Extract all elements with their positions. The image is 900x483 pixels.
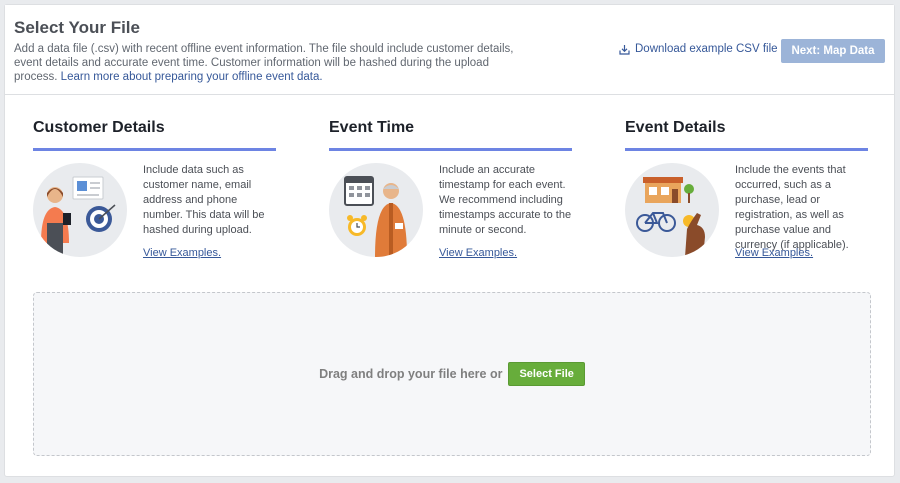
select-file-panel: Select Your File Add a data file (.csv) … bbox=[4, 4, 895, 477]
event-time-view-examples-link[interactable]: View Examples. bbox=[439, 247, 517, 259]
select-file-button[interactable]: Select File bbox=[508, 362, 585, 386]
event-time-title: Event Time bbox=[329, 119, 572, 151]
page-description: Add a data file (.csv) with recent offli… bbox=[14, 42, 534, 84]
event-details-view-examples-link[interactable]: View Examples. bbox=[735, 247, 813, 259]
panel-header: Select Your File Add a data file (.csv) … bbox=[5, 5, 894, 95]
event-time-column: Event Time Include an accurate timestamp… bbox=[329, 119, 572, 283]
page-title: Select Your File bbox=[14, 18, 140, 37]
event-details-text: Include the events that occurred, such a… bbox=[735, 164, 849, 251]
event-details-illustration bbox=[625, 163, 719, 257]
file-dropzone[interactable]: Drag and drop your file here or Select F… bbox=[33, 292, 871, 456]
event-time-illustration bbox=[329, 163, 423, 257]
event-details-column: Event Details Include the events that oc… bbox=[625, 119, 868, 283]
customer-details-view-examples-link[interactable]: View Examples. bbox=[143, 247, 221, 259]
dropzone-text: Drag and drop your file here or bbox=[319, 367, 503, 381]
learn-more-link[interactable]: Learn more about preparing your offline … bbox=[61, 71, 323, 83]
customer-illustration bbox=[33, 163, 127, 257]
next-map-data-button[interactable]: Next: Map Data bbox=[781, 39, 885, 63]
download-example-link[interactable]: Download example CSV file bbox=[619, 43, 778, 55]
event-details-title: Event Details bbox=[625, 119, 868, 151]
download-link-label: Download example CSV file bbox=[635, 43, 778, 55]
customer-details-text: Include data such as customer name, emai… bbox=[143, 164, 265, 236]
event-time-text: Include an accurate timestamp for each e… bbox=[439, 164, 572, 236]
customer-details-title: Customer Details bbox=[33, 119, 276, 151]
customer-details-column: Customer Details Include data such as cu… bbox=[33, 119, 276, 283]
download-icon bbox=[619, 44, 630, 55]
